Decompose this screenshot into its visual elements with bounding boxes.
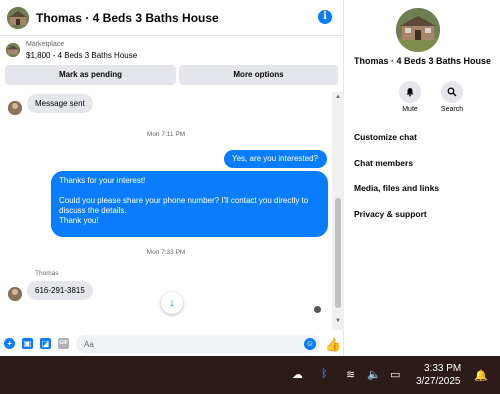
marketplace-banner: Marketplace $1,800 - 4 Beds 3 Baths Hous…	[0, 37, 344, 92]
taskbar: ☁ ᛒ ≋ 🔈 ▭ 3:33 PM 3/27/2025 🔔	[0, 356, 500, 394]
photo-icon[interactable]: ▣	[22, 338, 33, 349]
volume-icon[interactable]: 🔈	[367, 368, 381, 381]
gif-icon[interactable]: GIF	[58, 338, 69, 349]
chat-panel: Thomas · 4 Beds 3 Baths House i Marketpl…	[0, 0, 344, 356]
info-icon[interactable]: i	[318, 10, 332, 24]
chat-title[interactable]: Thomas · 4 Beds 3 Baths House	[36, 11, 219, 25]
sticker-icon[interactable]: ◪	[40, 338, 51, 349]
incoming-message: 616-291-3815	[27, 281, 93, 300]
clock-date[interactable]: 3/27/2025	[416, 376, 461, 387]
menu-customize-chat[interactable]: Customize chat	[354, 132, 417, 142]
thumbs-up-icon[interactable]: 👍	[325, 337, 341, 353]
timestamp: Mon 7:11 PM	[146, 131, 186, 138]
contact-avatar-small	[8, 101, 22, 115]
message-input[interactable]: Aa ☺	[76, 335, 320, 353]
battery-icon[interactable]: ▭	[390, 368, 400, 381]
message-line: Thanks for your interest!	[59, 176, 146, 185]
search-button[interactable]	[441, 81, 463, 103]
search-label: Search	[440, 106, 464, 113]
mark-as-pending-button[interactable]: Mark as pending	[5, 65, 176, 85]
message-input-placeholder: Aa	[84, 340, 94, 349]
chat-header: Thomas · 4 Beds 3 Baths House i	[0, 0, 344, 36]
outgoing-message-long: Thanks for your interest! Could you plea…	[51, 171, 328, 237]
bell-icon	[406, 88, 414, 97]
message-line: Could you please share your phone number…	[59, 196, 309, 215]
menu-chat-members[interactable]: Chat members	[354, 158, 413, 168]
seen-indicator-avatar	[314, 306, 321, 313]
mute-label: Mute	[402, 106, 418, 113]
bluetooth-icon[interactable]: ᛒ	[321, 368, 328, 380]
scroll-to-bottom-button[interactable]: ↓	[161, 292, 183, 314]
search-icon	[447, 87, 457, 97]
mute-button[interactable]	[399, 81, 421, 103]
contact-avatar-large[interactable]	[396, 8, 440, 52]
contact-name: Thomas · 4 Beds 3 Baths House	[353, 56, 492, 66]
message-line: Thank you!	[59, 216, 99, 225]
plus-icon[interactable]: +	[4, 338, 15, 349]
contact-avatar-small	[8, 287, 22, 301]
marketplace-label: Marketplace	[26, 41, 65, 48]
more-options-button[interactable]: More options	[179, 65, 338, 85]
listing-thumbnail[interactable]	[6, 43, 20, 57]
conversation-info-panel: Thomas · 4 Beds 3 Baths House Mute Searc…	[345, 0, 500, 356]
cloud-icon[interactable]: ☁	[292, 368, 303, 381]
wifi-icon[interactable]: ≋	[346, 368, 355, 381]
menu-media-files-links[interactable]: Media, files and links	[354, 183, 439, 193]
composer: + ▣ ◪ GIF Aa ☺ 👍	[0, 332, 344, 356]
scrollbar[interactable]: ▲ ▼	[332, 92, 344, 330]
message-sent-bubble: Message sent	[27, 94, 93, 113]
listing-title[interactable]: $1,800 - 4 Beds 3 Baths House	[26, 51, 137, 60]
sender-name: Thomas	[35, 270, 59, 277]
scroll-thumb[interactable]	[335, 198, 341, 308]
scroll-down-icon[interactable]: ▼	[335, 318, 341, 324]
outgoing-message: Yes, are you interested?	[224, 150, 327, 168]
contact-avatar[interactable]	[7, 6, 29, 29]
notification-bell-icon[interactable]: 🔔	[474, 369, 488, 382]
emoji-icon[interactable]: ☺	[304, 338, 316, 350]
timestamp: Mon 7:33 PM	[146, 249, 186, 256]
menu-privacy-support[interactable]: Privacy & support	[354, 209, 427, 219]
clock-time[interactable]: 3:33 PM	[424, 363, 461, 374]
scroll-up-icon[interactable]: ▲	[335, 94, 341, 100]
